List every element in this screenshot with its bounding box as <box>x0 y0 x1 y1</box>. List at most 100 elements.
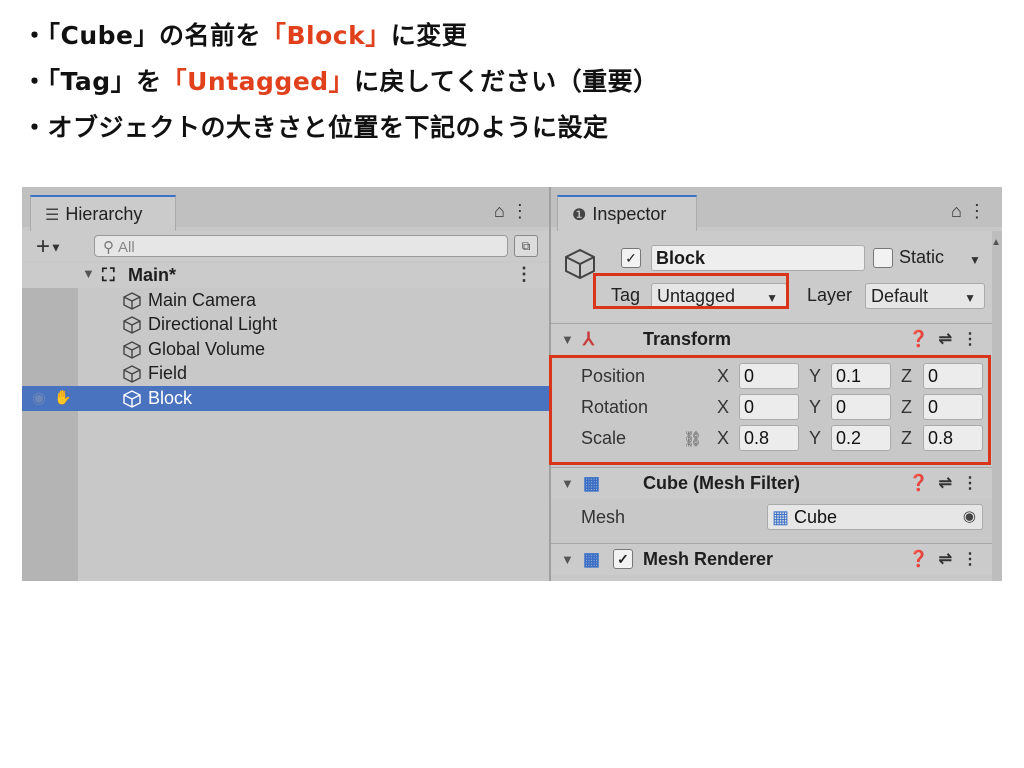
preset-icon[interactable]: ⇌ <box>939 331 962 348</box>
more-icon[interactable]: ⋮ <box>515 264 533 285</box>
tab-label: Hierarchy <box>65 204 143 224</box>
item-label: Main Camera <box>148 290 257 310</box>
inspector-panel: ❶ Inspector ⌂⋮ ✓ Block Static ▼ Tag Untag… <box>549 187 1002 581</box>
more-icon[interactable]: ⋮ <box>962 331 988 348</box>
object-picker-icon[interactable]: ◉ <box>963 507 976 525</box>
component-title: Mesh Renderer <box>643 549 774 569</box>
more-icon[interactable]: ⋮ <box>968 201 992 221</box>
pick-hand-icon[interactable]: ✋ <box>54 389 71 406</box>
collapse-arrow-icon[interactable]: ▼ <box>561 552 574 567</box>
transform-icon: ⅄ <box>583 329 594 349</box>
gameobject-cube-icon <box>565 248 595 280</box>
tab-inspector[interactable]: ❶ Inspector <box>557 195 697 231</box>
inspector-scrollbar[interactable] <box>992 231 1002 581</box>
scene-visibility-button[interactable]: ⧉ <box>514 235 538 257</box>
gameobject-cube-icon <box>123 341 141 359</box>
eye-icon[interactable]: ◉ <box>32 388 46 408</box>
list-icon: ☰ <box>45 207 60 224</box>
preset-icon[interactable]: ⇌ <box>939 551 962 568</box>
transform-highlight-box <box>549 355 991 465</box>
inspector-tabbar: ❶ Inspector ⌂⋮ <box>551 187 1002 231</box>
more-icon[interactable]: ⋮ <box>962 475 988 492</box>
tab-label: Inspector <box>592 204 667 224</box>
collapse-arrow-icon[interactable]: ▼ <box>561 332 574 347</box>
bullet-rename: ・「Cube」の名前を「Block」に変更 <box>22 16 467 52</box>
bullet-transform: ・オブジェクトの大きさと位置を下記のように設定 <box>22 108 609 144</box>
mesh-renderer-header[interactable]: ▼ ▦ ✓ Mesh Renderer ❓⇌⋮ <box>551 543 1002 575</box>
mesh-value: Cube <box>794 507 838 527</box>
hierarchy-tabbar: ☰ Hierarchy ⌂⋮ <box>22 187 549 231</box>
mesh-renderer-enabled-checkbox[interactable]: ✓ <box>613 549 633 569</box>
info-icon: ❶ <box>572 207 587 224</box>
tab-hierarchy[interactable]: ☰ Hierarchy <box>30 195 176 231</box>
layer-dropdown[interactable]: Default ▼ <box>865 283 985 309</box>
lock-icon[interactable]: ⌂ <box>951 201 968 221</box>
expand-arrow-icon[interactable]: ▼ <box>82 266 95 281</box>
component-title: Transform <box>643 329 732 349</box>
search-icon: ⚲ <box>103 239 114 256</box>
bullet-tag: ・「Tag」を「Untagged」に戻してください（重要） <box>22 62 659 98</box>
bullet-highlight: 「Untagged」 <box>161 67 355 96</box>
help-icon[interactable]: ❓ <box>909 475 939 492</box>
collapse-arrow-icon[interactable]: ▼ <box>561 476 574 491</box>
mesh-renderer-icon: ▦ <box>583 549 601 569</box>
search-input[interactable]: ⚲ All <box>94 235 508 257</box>
more-icon[interactable]: ⋮ <box>511 201 535 221</box>
hierarchy-panel: ☰ Hierarchy ⌂⋮ +▼ ⚲ All ⧉ ▼ ⛶ Main* ⋮ Main… <box>22 187 549 581</box>
gameobject-cube-icon <box>123 292 141 310</box>
static-dropdown-icon[interactable]: ▼ <box>969 253 981 267</box>
layer-label: Layer <box>807 285 853 305</box>
mesh-filter-icon: ▦ <box>583 473 601 493</box>
hierarchy-item-field[interactable]: Field <box>22 361 549 386</box>
tag-highlight-box <box>593 273 789 309</box>
object-name-field[interactable]: Block <box>651 245 865 271</box>
add-button[interactable]: +▼ <box>36 233 62 261</box>
chevron-down-icon: ▼ <box>964 291 976 305</box>
component-tools: ❓⇌⋮ <box>909 473 988 493</box>
object-name-value: Block <box>656 248 706 268</box>
bullet-text: ・オブジェクトの大きさと位置を下記のように設定 <box>22 113 609 142</box>
mesh-filter-header[interactable]: ▼ ▦ Cube (Mesh Filter) ❓⇌⋮ <box>551 467 1002 499</box>
help-icon[interactable]: ❓ <box>909 551 939 568</box>
unity-scene-icon: ⛶ <box>102 265 115 285</box>
mesh-object-field[interactable]: ▦ Cube ◉ <box>767 504 983 530</box>
scene-row[interactable]: ▼ ⛶ Main* ⋮ <box>22 263 549 288</box>
scene-label: Main* <box>128 265 177 285</box>
static-checkbox[interactable] <box>873 248 893 268</box>
inspector-tab-tools: ⌂⋮ <box>951 201 992 222</box>
gameobject-cube-icon <box>123 365 141 383</box>
hierarchy-tab-tools: ⌂⋮ <box>494 201 535 222</box>
bullet-text: ・「Cube」の名前を <box>22 21 261 50</box>
active-checkbox[interactable]: ✓ <box>621 248 641 268</box>
hierarchy-toolbar: +▼ ⚲ All ⧉ <box>22 231 549 261</box>
component-title: Cube (Mesh Filter) <box>643 473 801 493</box>
item-label: Field <box>148 363 188 383</box>
layer-value: Default <box>871 286 929 306</box>
mesh-icon: ▦ <box>772 507 790 527</box>
item-label: Global Volume <box>148 339 266 359</box>
component-tools: ❓⇌⋮ <box>909 329 988 349</box>
hierarchy-item-directional-light[interactable]: Directional Light <box>22 312 549 337</box>
lock-icon[interactable]: ⌂ <box>494 201 511 221</box>
property-label: Mesh <box>581 507 626 527</box>
hierarchy-item-global-volume[interactable]: Global Volume <box>22 337 549 362</box>
static-label: Static <box>899 247 945 267</box>
gameobject-cube-icon <box>123 390 141 408</box>
item-label: Block <box>148 388 193 408</box>
search-placeholder: All <box>118 239 135 256</box>
chevron-down-icon: ▼ <box>50 240 62 255</box>
bullet-text: に変更 <box>390 21 468 50</box>
bullet-text: ・「Tag」を <box>22 67 162 96</box>
gameobject-cube-icon <box>123 316 141 334</box>
help-icon[interactable]: ❓ <box>909 331 939 348</box>
component-tools: ❓⇌⋮ <box>909 549 988 569</box>
hierarchy-item-main-camera[interactable]: Main Camera <box>22 288 549 313</box>
unity-editor: ☰ Hierarchy ⌂⋮ +▼ ⚲ All ⧉ ▼ ⛶ Main* ⋮ Main… <box>22 187 1002 581</box>
hierarchy-item-block[interactable]: ◉ ✋ Block <box>22 386 549 411</box>
mesh-row: Mesh ▦ Cube ◉ <box>551 502 1002 532</box>
transform-header[interactable]: ▼ ⅄ Transform ❓⇌⋮ <box>551 323 1002 355</box>
preset-icon[interactable]: ⇌ <box>939 475 962 492</box>
more-icon[interactable]: ⋮ <box>962 551 988 568</box>
scroll-up-icon[interactable]: ▲ <box>991 237 1001 248</box>
bullet-highlight: 「Block」 <box>261 21 391 50</box>
